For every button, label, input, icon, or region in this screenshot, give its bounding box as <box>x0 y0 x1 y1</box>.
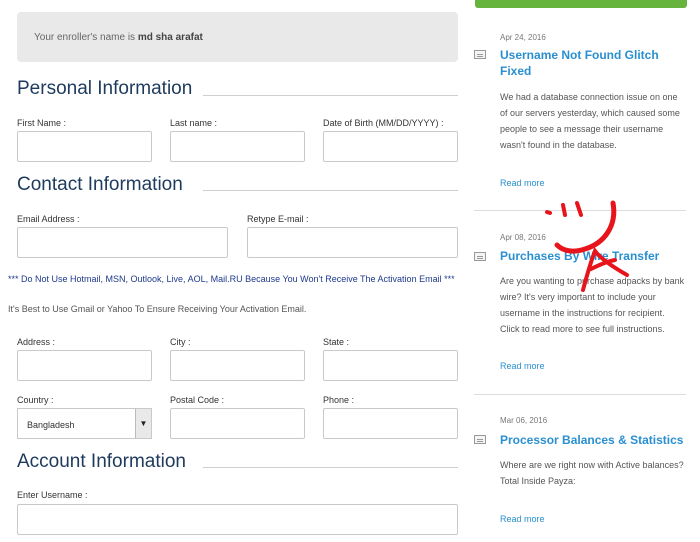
personal-info-heading: Personal Information <box>17 78 193 99</box>
country-label: Country : <box>17 395 54 405</box>
dob-label: Date of Birth (MM/DD/YYYY) : <box>323 118 444 128</box>
last-name-input[interactable] <box>170 131 305 162</box>
retype-email-input[interactable] <box>247 227 458 258</box>
contact-info-heading: Contact Information <box>17 174 183 195</box>
post-separator <box>474 210 686 211</box>
state-label: State : <box>323 337 350 347</box>
post-date: Mar 06, 2016 <box>500 416 548 425</box>
phone-label: Phone : <box>323 395 355 405</box>
email-label: Email Address : <box>17 214 80 224</box>
email-warning: *** Do Not Use Hotmail, MSN, Outlook, Li… <box>8 274 455 284</box>
first-name-label: First Name : <box>17 118 67 128</box>
post-title-link[interactable]: Purchases By Wire Transfer <box>500 248 690 264</box>
post-separator <box>474 394 686 395</box>
retype-email-label: Retype E-mail : <box>247 214 309 224</box>
city-input[interactable] <box>170 350 305 381</box>
phone-input[interactable] <box>323 408 458 439</box>
city-label: City : <box>170 337 191 347</box>
enroller-name: md sha arafat <box>137 32 203 43</box>
address-label: Address : <box>17 337 56 347</box>
read-more-link[interactable]: Read more <box>500 178 545 188</box>
post-excerpt: Are you wanting to purchase adpacks by b… <box>500 276 685 334</box>
first-name-input[interactable] <box>17 131 152 162</box>
read-more-link[interactable]: Read more <box>500 514 545 524</box>
username-input[interactable] <box>17 504 458 535</box>
enroller-prefix: Your enroller's name is <box>34 32 136 43</box>
last-name-label: Last name : <box>170 118 218 128</box>
read-more-link[interactable]: Read more <box>500 361 545 371</box>
post-icon <box>474 252 486 261</box>
postal-code-label: Postal Code : <box>170 395 225 405</box>
post-date: Apr 24, 2016 <box>500 33 546 42</box>
dob-input[interactable] <box>323 131 458 162</box>
postal-code-input[interactable] <box>170 408 305 439</box>
email-input[interactable] <box>17 227 228 258</box>
email-hint: It's Best to Use Gmail or Yahoo To Ensur… <box>8 304 307 314</box>
section-divider <box>203 95 458 96</box>
post-icon <box>474 435 486 444</box>
country-value: Bangladesh <box>27 420 75 430</box>
dropdown-arrow-icon[interactable]: ▼ <box>135 409 151 438</box>
enroller-notice: Your enroller's name is md sha arafat <box>17 12 458 62</box>
section-divider <box>203 467 458 468</box>
post-title-link[interactable]: Username Not Found Glitch Fixed <box>500 47 690 79</box>
address-input[interactable] <box>17 350 152 381</box>
post-excerpt: Where are we right now with Active balan… <box>500 460 684 486</box>
post-title-link[interactable]: Processor Balances & Statistics <box>500 432 690 448</box>
post-date: Apr 08, 2016 <box>500 233 546 242</box>
post-icon <box>474 50 486 59</box>
state-input[interactable] <box>323 350 458 381</box>
sidebar-top-bar <box>475 0 687 8</box>
post-excerpt: We had a database connection issue on on… <box>500 92 680 150</box>
section-divider <box>203 190 458 191</box>
username-label: Enter Username : <box>17 490 88 500</box>
account-info-heading: Account Information <box>17 451 186 472</box>
country-select[interactable]: Bangladesh ▼ <box>17 408 152 439</box>
